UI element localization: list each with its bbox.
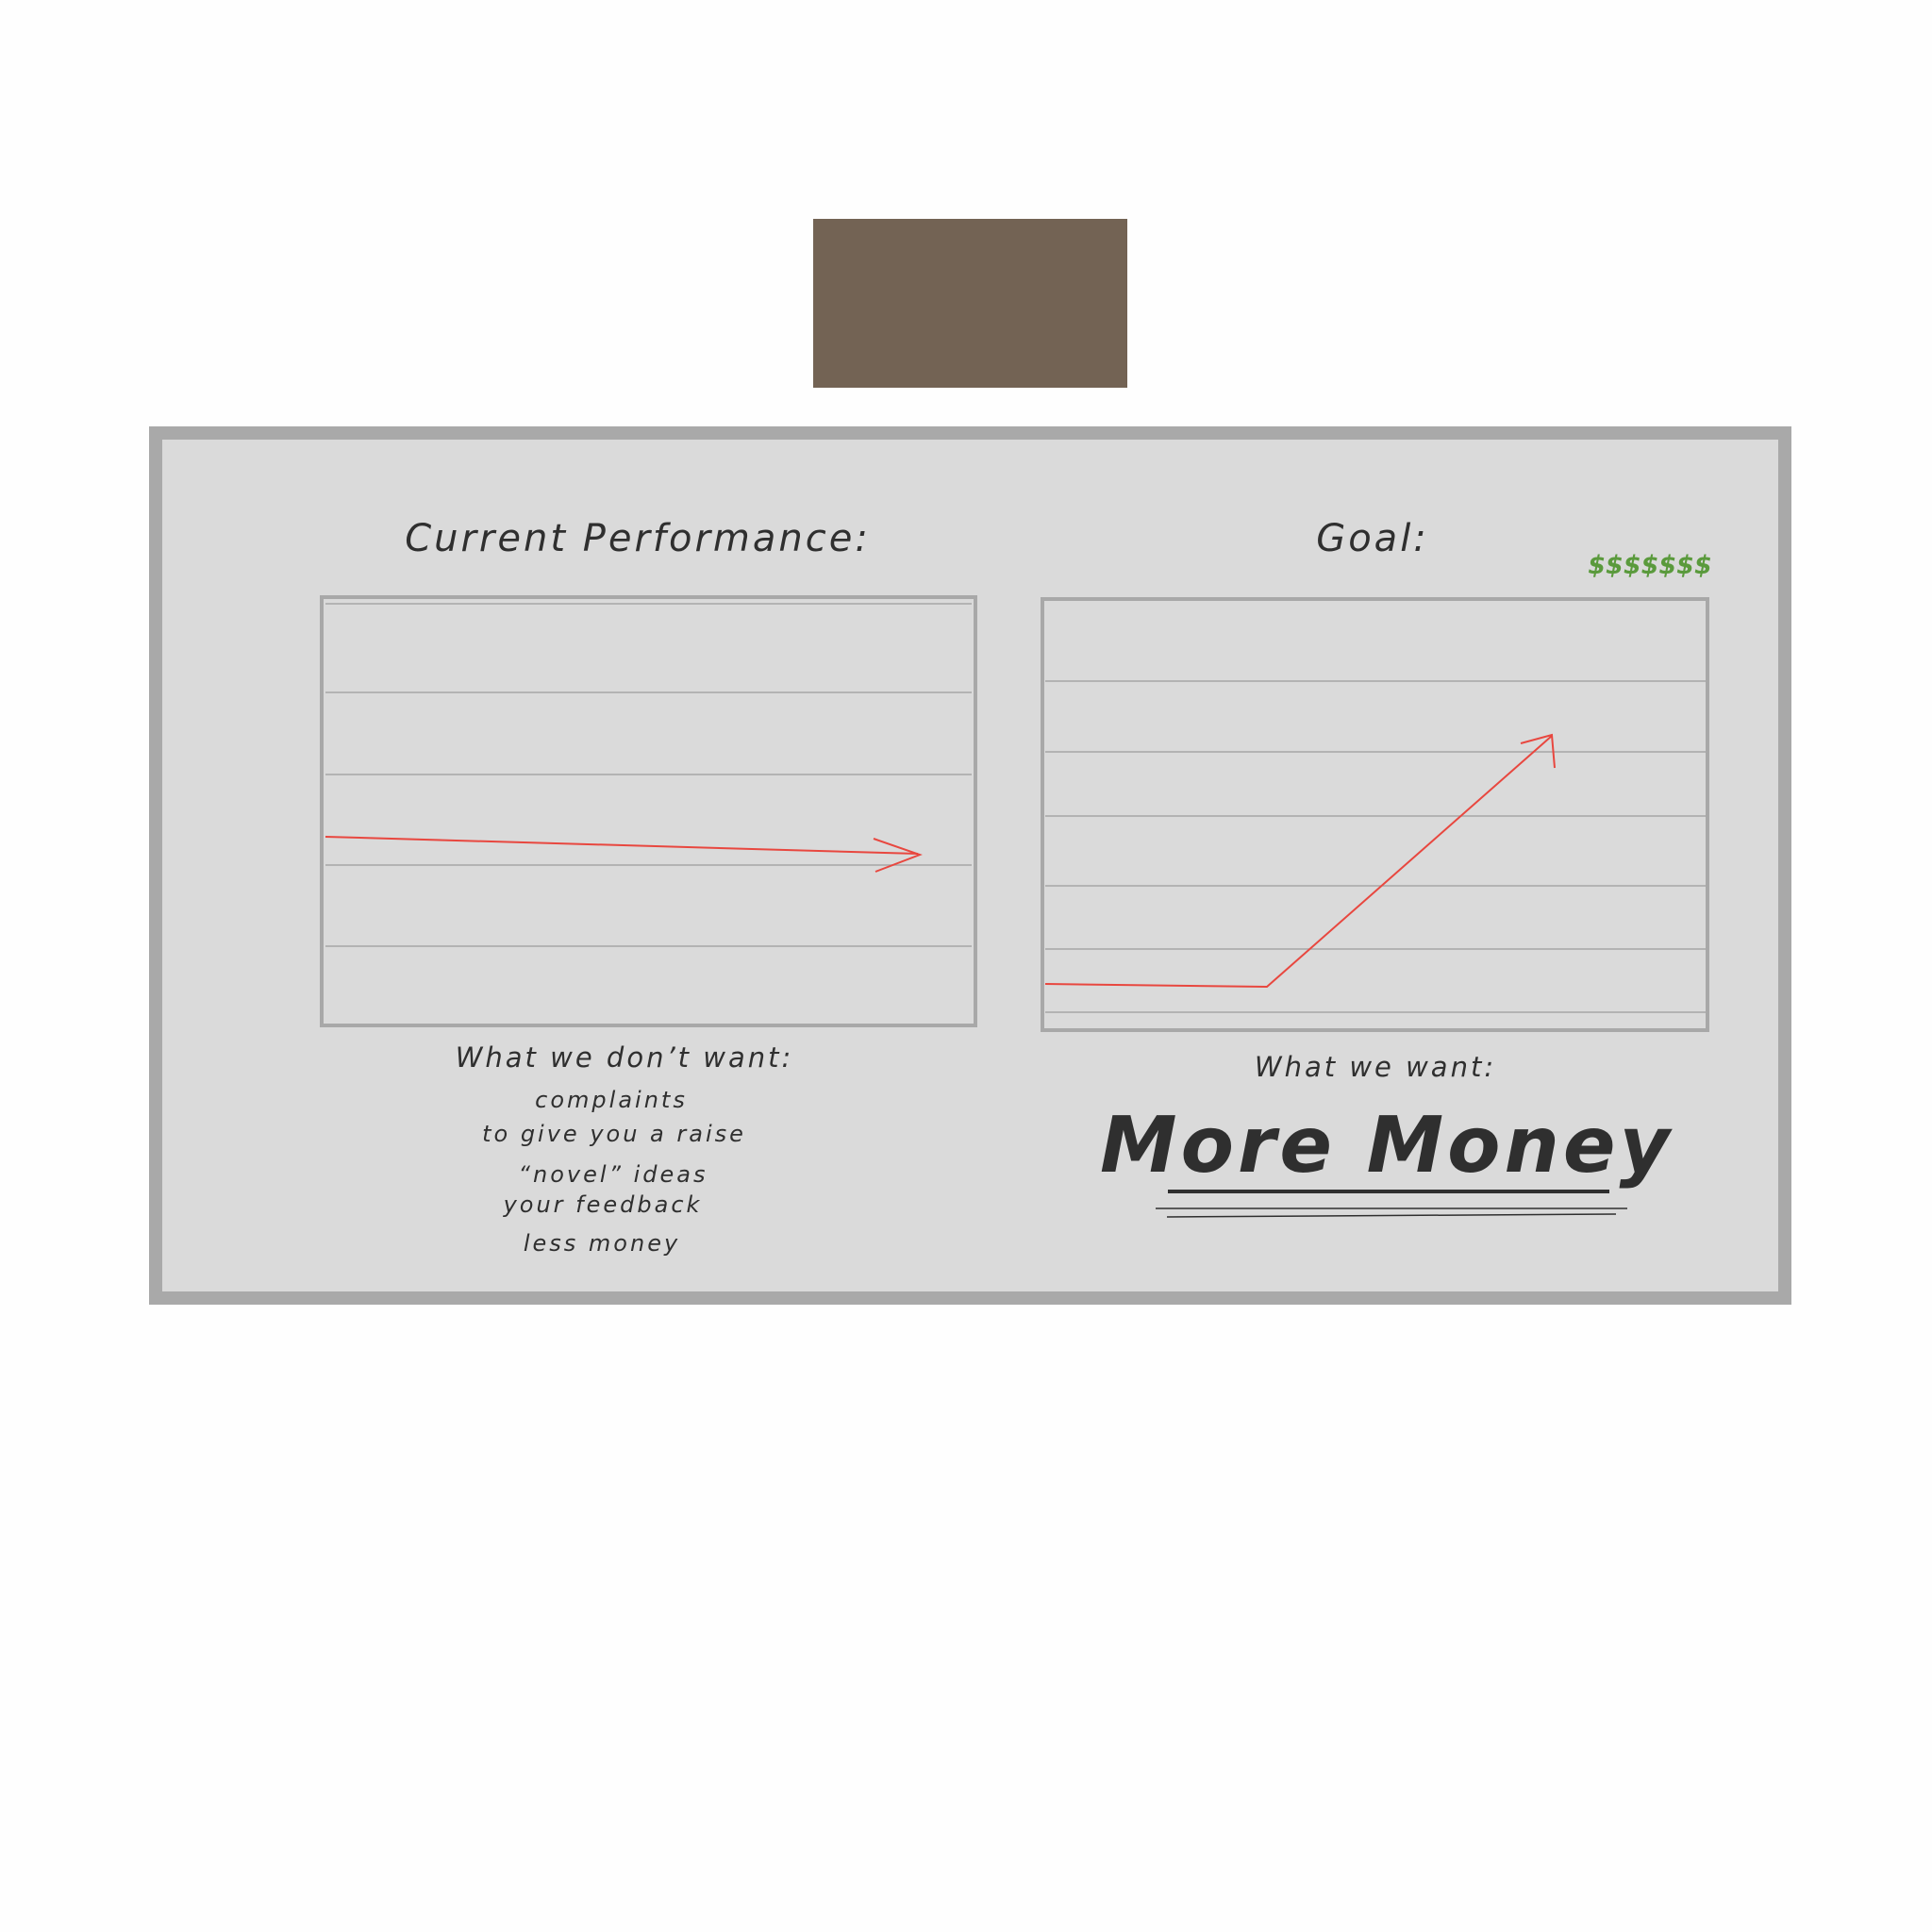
- underline-thin: [1166, 1213, 1617, 1218]
- dont-want-item: complaints: [535, 1087, 688, 1113]
- current-performance-chart: [320, 595, 977, 1027]
- goal-title: Goal:: [1316, 517, 1429, 560]
- flat-trend-arrow-head: [873, 838, 923, 873]
- flat-trend-arrow-line: [325, 836, 919, 855]
- dont-want-caption: What we don’t want:: [455, 1041, 794, 1074]
- right-chart-frame: [1041, 597, 1709, 1032]
- left-chart-frame: [320, 595, 977, 1027]
- current-performance-title: Current Performance:: [405, 517, 871, 560]
- dont-want-item: “novel” ideas: [518, 1161, 708, 1188]
- headline-underlines: [1156, 1190, 1627, 1218]
- dont-want-item: to give you a raise: [482, 1121, 746, 1147]
- dollar-signs-annotation: $$$$$$$: [1588, 551, 1712, 580]
- diagram-graphics: [320, 595, 1709, 1218]
- more-money-headline: More Money: [1100, 1101, 1674, 1191]
- dont-want-item: your feedback: [503, 1191, 703, 1218]
- want-caption: What we want:: [1254, 1051, 1497, 1083]
- dont-want-item: less money: [523, 1230, 681, 1257]
- goal-chart: [1041, 597, 1709, 1032]
